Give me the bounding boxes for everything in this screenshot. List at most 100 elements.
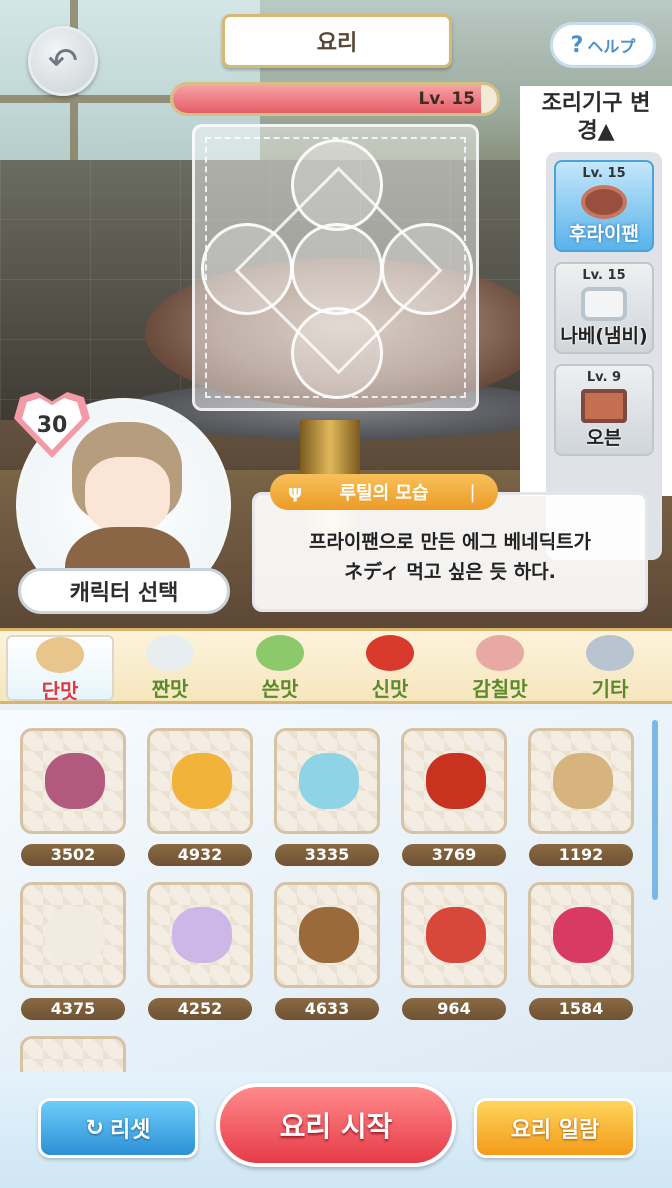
ingredient-slot-top[interactable] bbox=[291, 139, 383, 231]
cookware-change-toggle[interactable]: 조리기구 변경▲ bbox=[536, 90, 656, 146]
character-message-box: 프라이팬으로 만든 에그 베네딕트가 ネディ 먹고 싶은 듯 하다. bbox=[252, 492, 648, 612]
ingredient-slot-left[interactable] bbox=[201, 223, 293, 315]
taste-tab-icon bbox=[36, 637, 84, 673]
back-button[interactable]: ↶ bbox=[28, 26, 98, 96]
reset-icon: ↻ bbox=[85, 1115, 104, 1141]
ingredient-count: 964 bbox=[402, 998, 506, 1020]
ingredient-count: 3502 bbox=[21, 844, 125, 866]
avatar-face bbox=[85, 457, 170, 532]
ingredient-tile bbox=[401, 882, 507, 988]
ingredient-item[interactable]: 4375 bbox=[20, 882, 126, 1020]
affection-value: 30 bbox=[36, 412, 68, 438]
taste-tab-icon bbox=[476, 635, 524, 671]
ingredient-scrollbar[interactable] bbox=[652, 720, 658, 900]
ingredient-count: 4932 bbox=[148, 844, 252, 866]
taste-tab-icon bbox=[586, 635, 634, 671]
cookware-name: 후라이팬 bbox=[569, 223, 639, 245]
ingredient-tile bbox=[20, 728, 126, 834]
taste-tab-icon bbox=[146, 635, 194, 671]
ingredient-item[interactable]: 3502 bbox=[20, 728, 126, 866]
cookware-level: Lv. 15 bbox=[582, 166, 626, 181]
taste-tab-label: 단맛 bbox=[41, 679, 79, 703]
ingredient-item[interactable]: 964 bbox=[401, 882, 507, 1020]
recipe-list-button[interactable]: 요리 일람 bbox=[474, 1098, 636, 1158]
fork-icon: ψ bbox=[288, 481, 303, 503]
message-title-text: 루틸의 모습 bbox=[339, 483, 429, 504]
help-button[interactable]: ? ヘルプ bbox=[550, 22, 656, 68]
taste-tab-label: 짠맛 bbox=[151, 677, 189, 701]
fish-bone-icon bbox=[172, 907, 232, 963]
taste-tab-label: 감칠맛 bbox=[472, 677, 528, 701]
cookware-name: 오븐 bbox=[586, 427, 622, 449]
start-cooking-button[interactable]: 요리 시작 bbox=[216, 1083, 456, 1167]
ingredient-item[interactable]: 3335 bbox=[274, 728, 380, 866]
ingredient-tile bbox=[528, 728, 634, 834]
ingredient-tile bbox=[20, 882, 126, 988]
taste-tab[interactable]: 감칠맛 bbox=[446, 635, 554, 701]
taste-tab[interactable]: 쓴맛 bbox=[226, 635, 334, 701]
ingredient-grid: 3502 4932 3335 3769 1192 4375 4252 4633 964 1584 bbox=[0, 710, 672, 1072]
reset-button[interactable]: ↻ 리셋 bbox=[38, 1098, 198, 1158]
cooking-level-bar: Lv. 15 bbox=[170, 82, 500, 116]
sweet-potato-icon bbox=[45, 753, 105, 809]
ingredient-item[interactable] bbox=[20, 1036, 126, 1072]
cookware-oven[interactable]: Lv. 9 오븐 bbox=[554, 364, 654, 456]
star-candy-icon bbox=[299, 753, 359, 809]
cookware-level: Lv. 9 bbox=[586, 370, 622, 385]
ingredient-count: 1192 bbox=[529, 844, 633, 866]
eggs-icon bbox=[172, 753, 232, 809]
ingredient-count: 4633 bbox=[275, 998, 379, 1020]
pot-icon bbox=[581, 287, 627, 321]
taste-tab-icon bbox=[256, 635, 304, 671]
red-carrot-icon bbox=[426, 907, 486, 963]
taste-tab[interactable]: 짠맛 bbox=[116, 635, 224, 701]
taste-tab-bar: 단맛 짠맛 쓴맛 신맛 감칠맛 기타 bbox=[0, 628, 672, 704]
ingredient-item[interactable]: 4633 bbox=[274, 882, 380, 1020]
cookware-frying-pan[interactable]: Lv. 15 후라이팬 bbox=[554, 160, 654, 252]
cookware-panel: 조리기구 변경▲ Lv. 15 후라이팬 Lv. 15 나베(냄비) Lv. 9… bbox=[520, 86, 672, 560]
ingredient-slot-bottom[interactable] bbox=[291, 307, 383, 399]
message-title: ψ 루틸의 모습 ❘ bbox=[270, 474, 498, 510]
taste-tab[interactable]: 신맛 bbox=[336, 635, 444, 701]
nuts-icon bbox=[553, 753, 613, 809]
message-line-2: ネディ 먹고 싶은 듯 하다. bbox=[344, 561, 556, 583]
back-arrow-icon: ↶ bbox=[47, 40, 79, 82]
page-title: 요리 bbox=[222, 14, 452, 68]
ingredient-count: 4252 bbox=[148, 998, 252, 1020]
ingredient-item[interactable]: 1192 bbox=[528, 728, 634, 866]
frying-pan-icon bbox=[581, 185, 627, 219]
taste-tab[interactable]: 기타 bbox=[556, 635, 664, 701]
cookware-pot[interactable]: Lv. 15 나베(냄비) bbox=[554, 262, 654, 354]
cookware-level: Lv. 15 bbox=[582, 268, 626, 283]
taste-tab-label: 신맛 bbox=[371, 677, 409, 701]
oven-icon bbox=[581, 389, 627, 423]
ingredient-tile bbox=[147, 728, 253, 834]
ingredient-tile bbox=[401, 728, 507, 834]
question-icon: ? bbox=[570, 32, 584, 58]
ingredient-slot-right[interactable] bbox=[381, 223, 473, 315]
ingredient-item[interactable]: 4932 bbox=[147, 728, 253, 866]
spoon-icon: ❘ bbox=[464, 481, 480, 503]
character-select-button[interactable]: 캐릭터 선택 bbox=[18, 568, 230, 614]
ingredient-tile bbox=[147, 882, 253, 988]
reset-label: 리셋 bbox=[109, 1118, 151, 1143]
gourd-icon bbox=[426, 753, 486, 809]
taste-tab-label: 쓴맛 bbox=[261, 677, 299, 701]
ingredient-count: 4375 bbox=[21, 998, 125, 1020]
taste-tab-label: 기타 bbox=[591, 677, 629, 701]
ingredient-tile bbox=[20, 1036, 126, 1072]
ingredient-count: 3769 bbox=[402, 844, 506, 866]
milk-mug-icon bbox=[45, 907, 105, 963]
ingredient-count: 1584 bbox=[529, 998, 633, 1020]
ingredient-item[interactable]: 1584 bbox=[528, 882, 634, 1020]
level-label: Lv. 15 bbox=[418, 89, 475, 109]
ingredient-slot-center[interactable] bbox=[291, 223, 383, 315]
ingredient-tile bbox=[274, 728, 380, 834]
affection-heart-badge: 30 bbox=[14, 392, 90, 458]
taste-tab[interactable]: 단맛 bbox=[6, 635, 114, 703]
ingredient-item[interactable]: 4252 bbox=[147, 882, 253, 1020]
ingredient-count: 3335 bbox=[275, 844, 379, 866]
flaming-potatoes-icon bbox=[299, 907, 359, 963]
ingredient-item[interactable]: 3769 bbox=[401, 728, 507, 866]
help-label: ヘルプ bbox=[587, 37, 636, 56]
